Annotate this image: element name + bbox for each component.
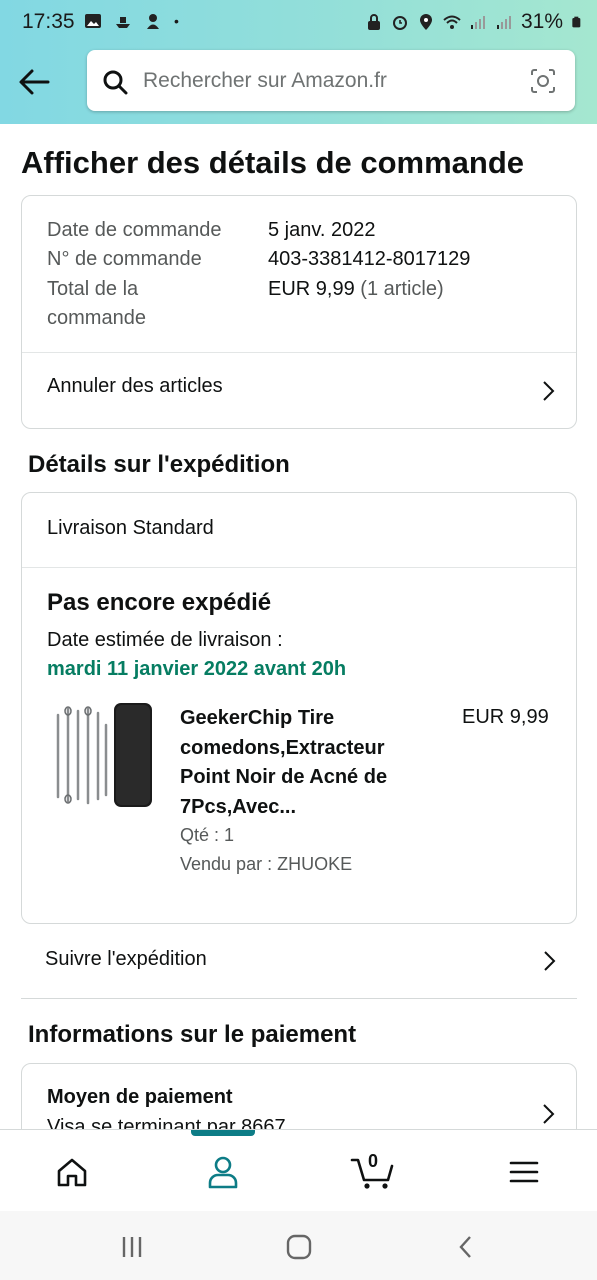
shipping-heading: Détails sur l'expédition: [28, 451, 290, 478]
home-button-icon[interactable]: [285, 1233, 313, 1261]
home-icon[interactable]: [52, 1154, 92, 1190]
estimated-delivery-label: Date estimée de livraison :: [47, 629, 283, 651]
track-shipment-label: Suivre l'expédition: [45, 948, 207, 970]
chevron-right-icon: [543, 1104, 555, 1124]
shipment-card: Livraison Standard Pas encore expédié Da…: [21, 492, 577, 924]
more-dot-icon: •: [174, 13, 179, 29]
status-bar: 17:35 • 31%: [0, 0, 597, 46]
app-header: 17:35 • 31% Rechercher sur Amazon.fr: [0, 0, 597, 124]
account-icon[interactable]: [203, 1154, 243, 1190]
order-total-items: (1 article): [360, 278, 444, 300]
system-navigation-bar: [0, 1211, 597, 1280]
order-number-value: 403-3381412-8017129: [268, 248, 471, 270]
order-total-value: EUR 9,99 (1 article): [268, 275, 444, 304]
page-title: Afficher des détails de commande: [21, 145, 525, 180]
product-image[interactable]: [52, 703, 154, 807]
order-date-value: 5 janv. 2022: [268, 219, 376, 241]
payment-heading: Informations sur le paiement: [28, 1021, 357, 1048]
product-name-line: 7Pcs,Avec...: [180, 795, 297, 818]
order-total-label-1: Total de la: [47, 278, 139, 300]
track-shipment-link[interactable]: Suivre l'expédition: [21, 924, 577, 999]
product-quantity: Qté : 1: [180, 825, 235, 845]
recent-apps-icon[interactable]: [118, 1233, 146, 1261]
cancel-items-link[interactable]: Annuler des articles: [22, 353, 576, 429]
cart-count-badge: 0: [368, 1151, 379, 1171]
order-total-amount: EUR 9,99: [268, 278, 355, 300]
camera-scan-icon[interactable]: [529, 67, 557, 95]
wifi-icon: [443, 15, 461, 29]
order-summary-card: Date de commande 5 janv. 2022 N° de comm…: [21, 195, 577, 429]
product-name-line: Point Noir de Acné de: [180, 766, 388, 788]
notification-app-icon: [147, 14, 159, 29]
payment-method-label: Moyen de paiement: [47, 1086, 233, 1108]
chevron-right-icon: [544, 951, 556, 971]
battery-icon: [572, 16, 581, 28]
search-input[interactable]: Rechercher sur Amazon.fr: [143, 69, 387, 93]
active-tab-indicator: [191, 1130, 255, 1136]
cart-button[interactable]: 0: [350, 1151, 396, 1190]
product-name-line: GeekerChip Tire: [180, 707, 335, 729]
back-button-icon[interactable]: [452, 1233, 480, 1261]
back-arrow-icon[interactable]: [14, 62, 54, 102]
order-number-label: N° de commande: [47, 248, 202, 270]
signal-1-icon: [470, 16, 485, 29]
location-icon: [419, 14, 432, 30]
status-time: 17:35: [22, 10, 75, 33]
alarm-icon: [392, 16, 407, 30]
divider: [22, 567, 576, 568]
search-bar[interactable]: Rechercher sur Amazon.fr: [87, 50, 575, 111]
product-name-link[interactable]: GeekerChip Tire comedons,Extracteur Poin…: [180, 704, 420, 822]
chevron-right-icon: [543, 381, 555, 401]
menu-icon[interactable]: [504, 1154, 544, 1190]
product-price: EUR 9,99: [462, 706, 549, 728]
estimated-delivery-date: mardi 11 janvier 2022 avant 20h: [47, 658, 347, 680]
battery-percent: 31%: [520, 10, 563, 33]
order-date-label: Date de commande: [47, 219, 222, 241]
search-icon: [103, 70, 128, 95]
cancel-items-label: Annuler des articles: [47, 375, 223, 397]
bottom-navigation: 0: [0, 1129, 597, 1211]
order-total-label-2: commande: [47, 307, 146, 329]
lock-icon: [367, 14, 380, 30]
signal-2-icon: [496, 16, 511, 29]
ship-icon: [116, 17, 130, 28]
shipment-status: Pas encore expédié: [47, 589, 272, 616]
product-name-line: comedons,Extracteur: [180, 736, 385, 759]
shipping-method: Livraison Standard: [47, 517, 214, 539]
gallery-icon: [85, 14, 101, 28]
product-seller: Vendu par : ZHUOKE: [180, 854, 353, 874]
